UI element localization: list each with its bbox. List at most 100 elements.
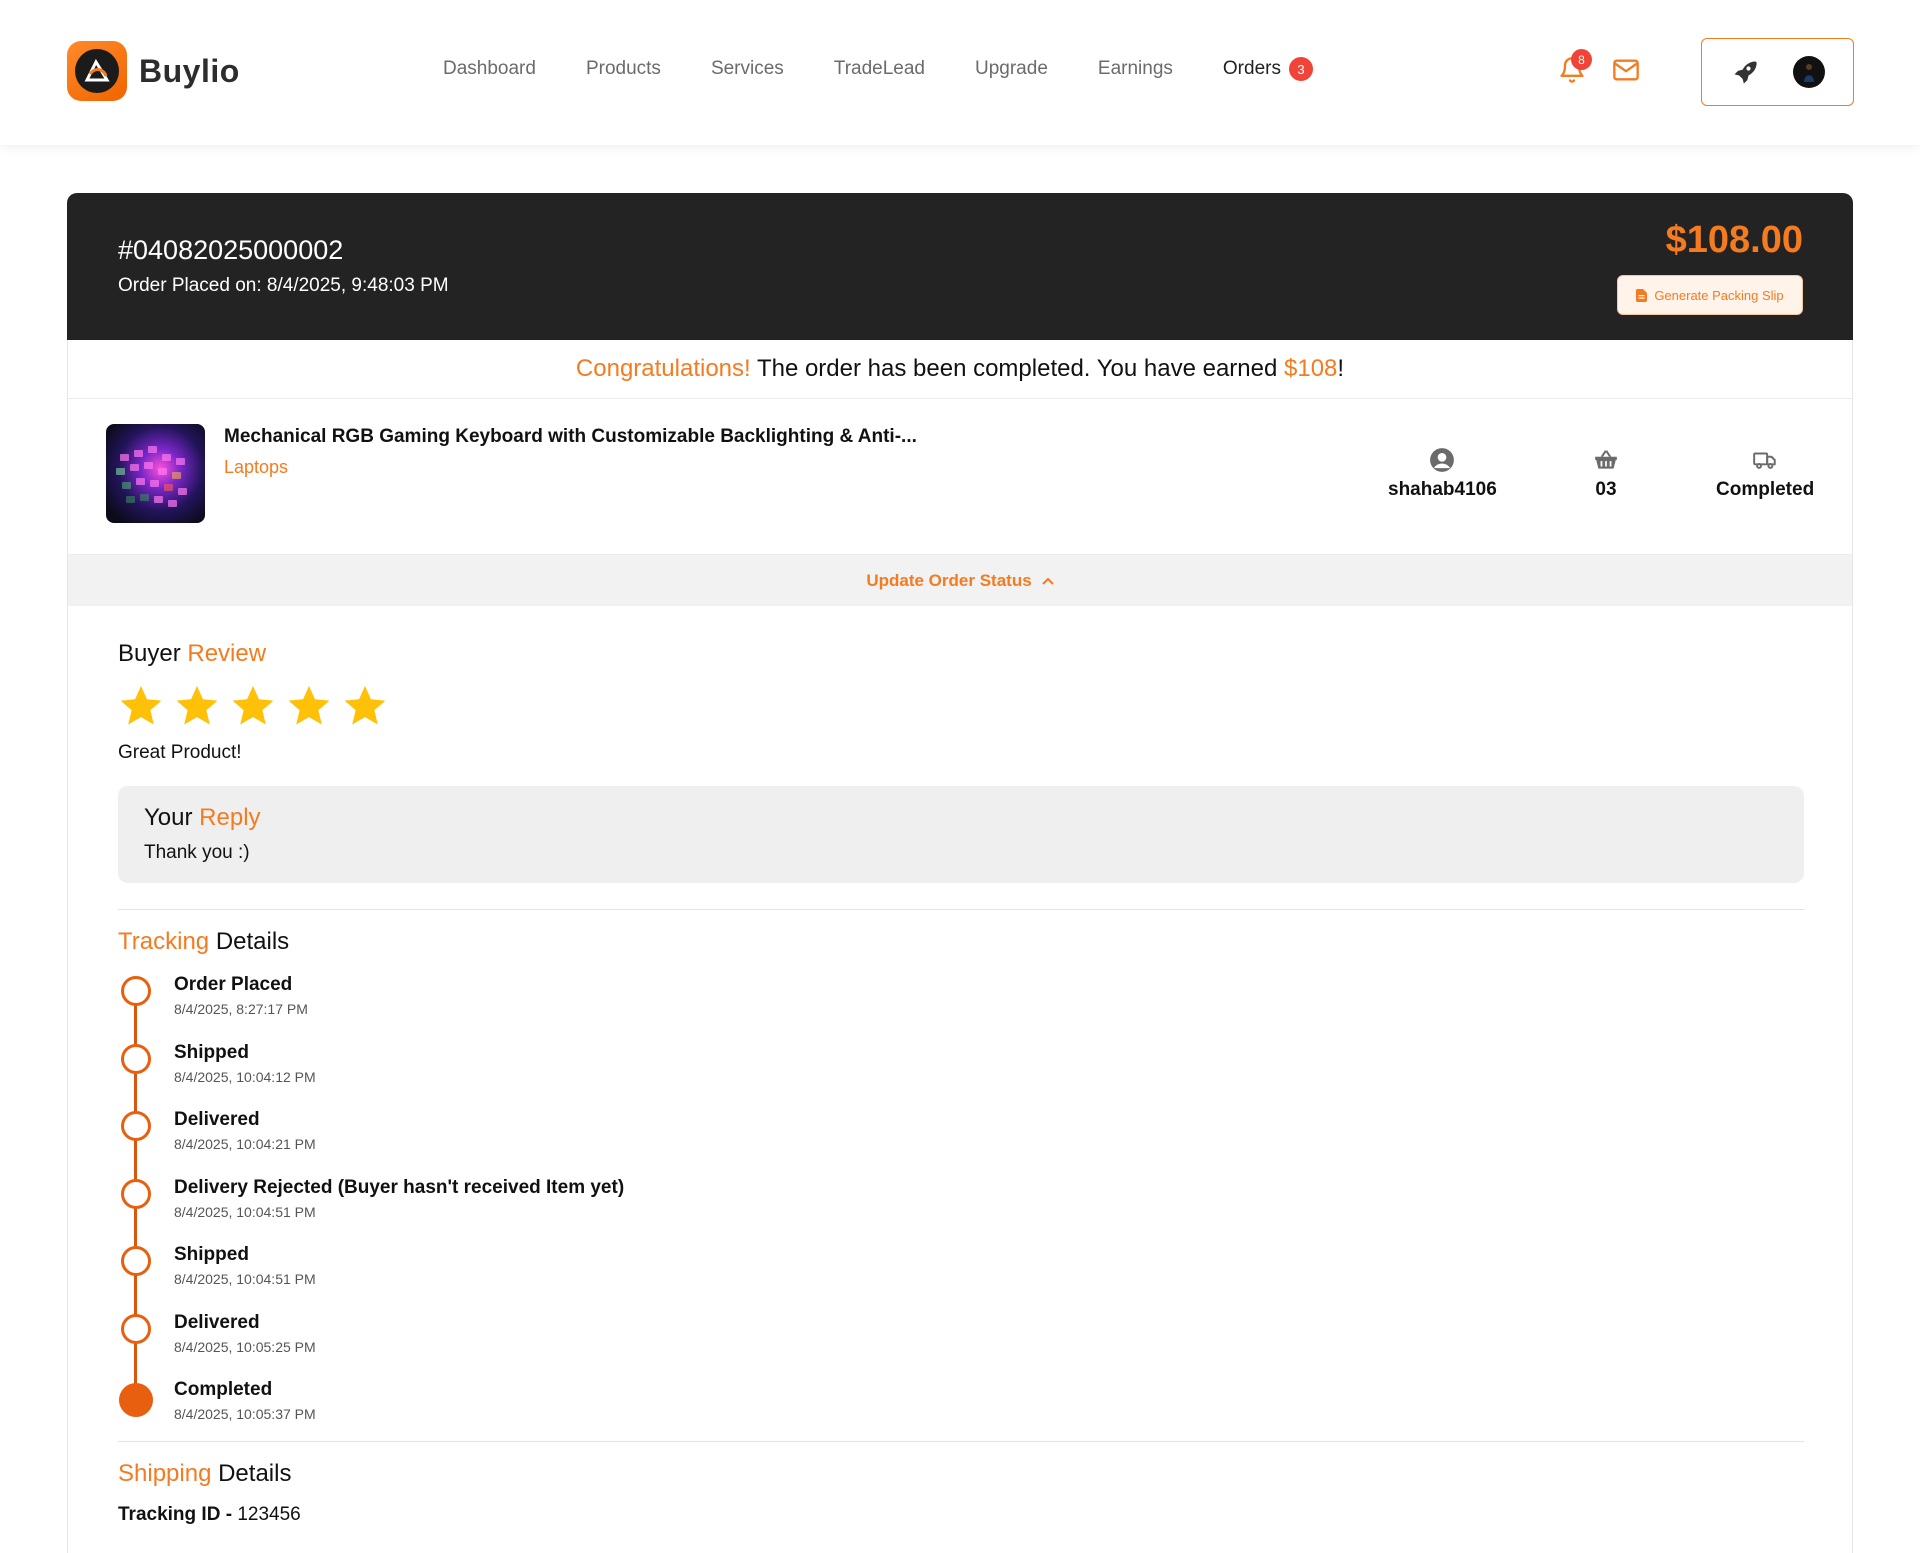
top-navbar: Buylio Dashboard Products Services Trade…: [0, 0, 1920, 145]
user-circle-icon: [1430, 448, 1455, 472]
delivery-truck-icon: [1753, 452, 1776, 469]
nav-label: Dashboard: [443, 58, 536, 79]
event-label: Shipped: [174, 1041, 249, 1063]
order-status: Completed: [1716, 479, 1815, 500]
completion-banner: Congratulations! The order has been comp…: [68, 340, 1852, 399]
timeline-event: Shipped 8/4/2025, 10:04:12 PM: [118, 1036, 1802, 1104]
timeline-dot: [121, 1111, 151, 1141]
timeline-event: Shipped 8/4/2025, 10:04:51 PM: [118, 1238, 1802, 1306]
order-placed-date: Order Placed on: 8/4/2025, 9:48:03 PM: [118, 275, 449, 296]
nav-label: Upgrade: [975, 58, 1048, 79]
mail-icon[interactable]: [1612, 58, 1640, 82]
heading-part: Your: [144, 804, 193, 831]
brand-logo[interactable]: Buylio: [67, 41, 240, 101]
divider: [118, 1440, 1804, 1442]
event-label: Shipped: [174, 1244, 249, 1265]
nav-products[interactable]: Products: [586, 57, 661, 81]
heading-part: Details: [215, 928, 290, 955]
order-quantity: 03: [1595, 479, 1617, 500]
review-section: Buyer Review Great Product! Your Reply T…: [68, 640, 1852, 1526]
star-icon: [176, 685, 218, 725]
nav-label: Orders: [1222, 58, 1281, 79]
timeline-event: Completed 8/4/2025, 10:05:37 PM: [118, 1373, 1802, 1441]
main-nav: Dashboard Products Services TradeLead Up…: [443, 57, 1363, 81]
notification-badge: 8: [1571, 49, 1592, 70]
timeline-event: Delivered 8/4/2025, 10:04:21 PM: [118, 1103, 1802, 1171]
congrats-prefix: Congratulations!: [575, 355, 751, 382]
generate-packing-slip-button[interactable]: Generate Packing Slip: [1617, 275, 1803, 315]
event-time: 8/4/2025, 10:04:21 PM: [174, 1136, 316, 1152]
document-icon: [1636, 288, 1648, 302]
basket-icon: [1595, 450, 1617, 469]
event-time: 8/4/2025, 10:04:51 PM: [174, 1271, 316, 1287]
rocket-icon[interactable]: [1731, 58, 1759, 86]
tracking-id-value: 123456: [237, 1503, 301, 1525]
order-details-card: Congratulations! The order has been comp…: [67, 340, 1853, 1553]
nav-dashboard[interactable]: Dashboard: [443, 57, 536, 81]
nav-upgrade[interactable]: Upgrade: [975, 57, 1048, 81]
congrats-message: The order has been completed. You have e…: [750, 355, 1284, 382]
timeline-dot: [121, 1043, 151, 1074]
tracking-timeline: Order Placed 8/4/2025, 8:27:17 PM Shippe…: [118, 968, 1802, 1441]
nav-services[interactable]: Services: [711, 57, 784, 81]
quantity-info: 03: [1593, 447, 1619, 501]
tracking-id-row: Tracking ID - 123456: [118, 1504, 1802, 1526]
nav-label: Services: [710, 58, 784, 79]
seller-reply-box: Your Reply Thank you :): [118, 786, 1804, 883]
timeline-event: Order Placed 8/4/2025, 8:27:17 PM: [118, 968, 1802, 1036]
timeline-dot: [121, 1178, 151, 1209]
user-menu[interactable]: [1701, 38, 1854, 106]
nav-orders[interactable]: Orders 3: [1223, 57, 1313, 81]
timeline-dot: [121, 1313, 151, 1344]
order-header: #04082025000002 Order Placed on: 8/4/202…: [67, 193, 1853, 340]
nav-tradelead[interactable]: TradeLead: [834, 57, 925, 81]
heading-part-accent: Tracking: [118, 928, 210, 955]
star-icon: [288, 685, 330, 725]
reply-text: Thank you :): [144, 842, 250, 863]
timeline-event: Delivery Rejected (Buyer hasn't received…: [118, 1171, 1802, 1239]
packing-slip-label: Generate Packing Slip: [1654, 287, 1784, 303]
brand-name: Buylio: [139, 52, 240, 89]
star-icon: [120, 685, 162, 725]
reply-heading: Your Reply: [144, 804, 1778, 832]
timeline-event: Delivered 8/4/2025, 10:05:25 PM: [118, 1306, 1802, 1374]
heading-part-accent: Reply: [199, 804, 261, 831]
timeline-dot: [121, 1246, 151, 1276]
heading-part-accent: Shipping: [118, 1459, 212, 1487]
event-label: Delivery Rejected (Buyer hasn't received…: [174, 1176, 625, 1198]
event-time: 8/4/2025, 10:04:51 PM: [174, 1203, 316, 1220]
product-row: Mechanical RGB Gaming Keyboard with Cust…: [68, 399, 1852, 555]
nav-label: Products: [585, 58, 661, 79]
event-time: 8/4/2025, 10:04:12 PM: [174, 1068, 316, 1085]
earned-amount: $108: [1284, 355, 1338, 382]
buyer-review-heading: Buyer Review: [118, 640, 1802, 668]
shipping-details-heading: Shipping Details: [118, 1460, 1802, 1488]
event-label: Completed: [174, 1379, 273, 1400]
review-text: Great Product!: [118, 742, 242, 763]
divider: [118, 909, 1804, 910]
timeline-dot-current: [119, 1383, 153, 1417]
avatar[interactable]: [1792, 56, 1825, 88]
event-time: 8/4/2025, 8:27:17 PM: [174, 1001, 308, 1017]
star-icon: [232, 685, 274, 725]
tracking-details-heading: Tracking Details: [118, 928, 1802, 956]
product-image[interactable]: [106, 424, 205, 523]
heading-part: Details: [218, 1459, 292, 1487]
star-rating: [118, 684, 1802, 728]
event-label: Delivered: [174, 1311, 260, 1333]
product-category[interactable]: Laptops: [224, 457, 288, 478]
logo-mark-icon: [67, 41, 127, 101]
timeline-dot: [121, 976, 151, 1006]
event-time: 8/4/2025, 10:05:25 PM: [174, 1338, 316, 1355]
product-title[interactable]: Mechanical RGB Gaming Keyboard with Cust…: [224, 426, 917, 448]
congrats-suffix: !: [1337, 355, 1345, 382]
order-id: #04082025000002: [118, 235, 344, 265]
event-time: 8/4/2025, 10:05:37 PM: [174, 1406, 316, 1422]
orders-count-badge: 3: [1288, 57, 1313, 81]
tracking-id-label: Tracking ID -: [118, 1503, 233, 1525]
buyer-info: shahab4106: [1388, 447, 1497, 501]
buyer-username: shahab4106: [1388, 479, 1497, 500]
nav-earnings[interactable]: Earnings: [1098, 57, 1173, 81]
event-label: Delivered: [174, 1109, 260, 1130]
update-order-status-toggle[interactable]: Update Order Status: [68, 555, 1852, 606]
